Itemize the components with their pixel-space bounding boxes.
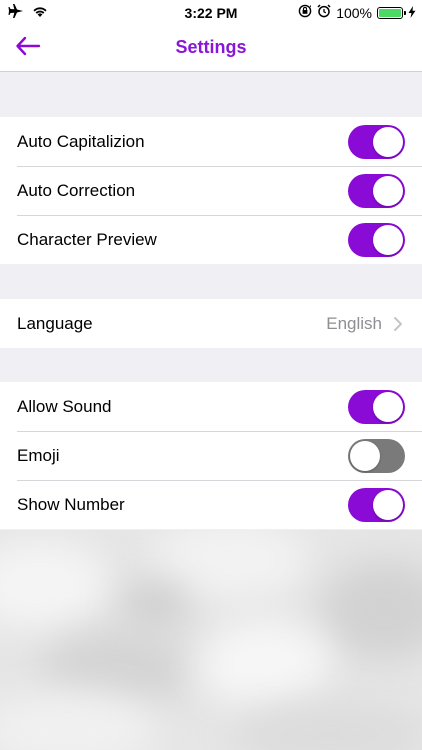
nav-bar: Settings [0,24,422,72]
row-language[interactable]: Language English [0,299,422,348]
allow-sound-toggle[interactable] [348,389,405,424]
character-preview-toggle[interactable] [348,222,405,257]
status-right: 100% [298,4,416,21]
blurred-keyboard-preview [0,530,422,750]
emoji-toggle[interactable] [348,438,405,473]
show-number-toggle[interactable] [348,487,405,522]
section-feedback: Allow Sound Emoji Show Number [0,382,422,529]
row-auto-correction: Auto Correction [0,166,422,215]
language-value: English [326,313,382,333]
row-label: Language [17,313,93,333]
row-auto-capitalization: Auto Capitalizion [0,117,422,166]
battery-percent: 100% [336,4,372,21]
alarm-icon [317,4,331,21]
section-language: Language English [0,299,422,348]
status-bar: 3:22 PM 100% [0,0,422,24]
row-label: Emoji [17,445,60,465]
toggle-knob [350,440,380,471]
row-label: Show Number [17,494,125,514]
blur-blob [200,620,330,710]
row-show-number: Show Number [0,480,422,529]
row-character-preview: Character Preview [0,215,422,264]
row-label: Auto Capitalizion [17,131,145,151]
blur-blob [320,560,422,660]
row-label: Allow Sound [17,396,112,416]
orientation-lock-icon [298,4,312,21]
toggle-knob [373,391,403,422]
chevron-right-icon [391,316,405,332]
row-label: Character Preview [17,229,157,249]
battery-icon [377,6,406,19]
auto-capitalization-toggle[interactable] [348,124,405,159]
blur-blob [0,540,110,630]
page-title: Settings [175,37,247,57]
row-label: Auto Correction [17,180,136,200]
row-allow-sound: Allow Sound [0,382,422,431]
section-text-input: Auto Capitalizion Auto Correction Charac… [0,117,422,264]
row-emoji: Emoji [0,431,422,480]
toggle-knob [373,224,403,255]
charging-bolt-icon [408,5,416,21]
toggle-knob [373,175,403,206]
toggle-knob [373,126,403,157]
battery-fill [379,8,401,17]
toggle-knob [373,489,403,520]
blur-blob [120,580,190,630]
auto-correction-toggle[interactable] [348,173,405,208]
